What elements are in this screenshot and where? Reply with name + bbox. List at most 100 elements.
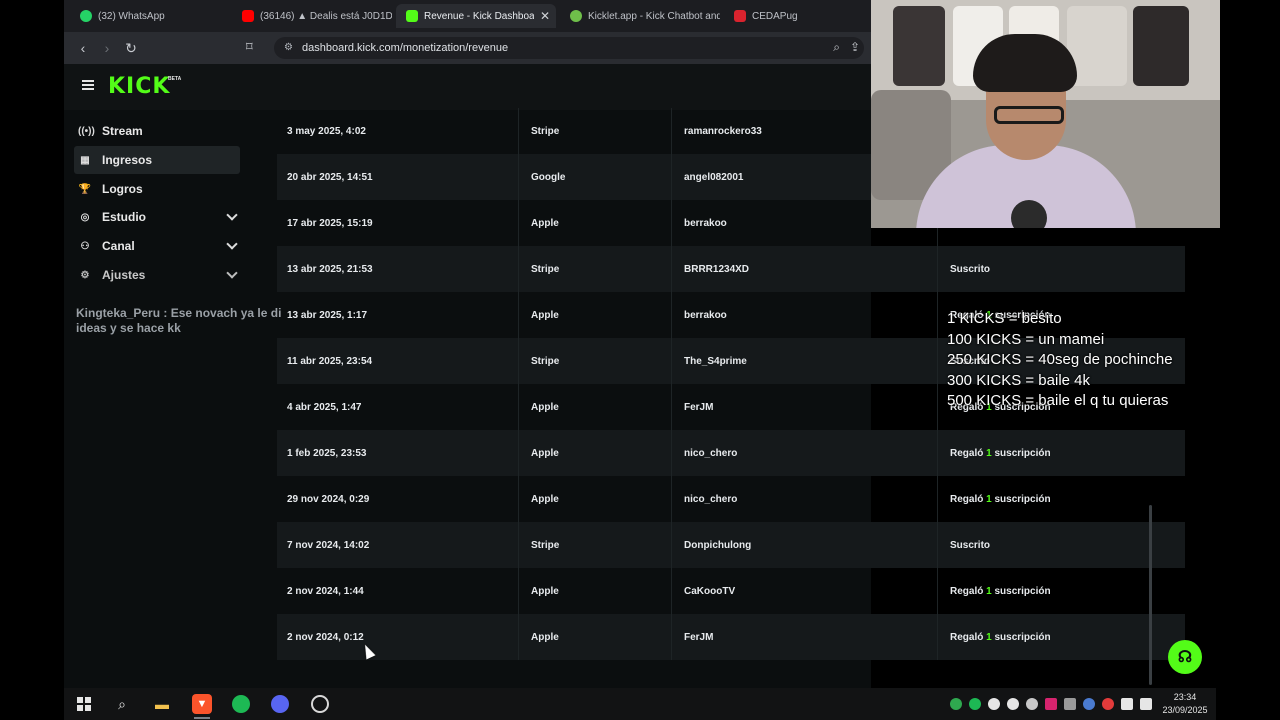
- table-row: 1 feb 2025, 23:53 Apple nico_chero Regaló 1…: [277, 430, 1185, 476]
- cell-action: Regaló 1 suscripción: [950, 568, 1051, 614]
- back-icon[interactable]: ‹: [72, 37, 94, 59]
- tray-app-icon[interactable]: [988, 698, 1000, 710]
- tray-spotify-icon[interactable]: [969, 698, 981, 710]
- cell-method: Stripe: [531, 355, 560, 367]
- microphone-image: [1011, 200, 1047, 228]
- sidebar-item-label: Stream: [102, 124, 143, 138]
- cell-method: Stripe: [531, 539, 560, 551]
- cell-user[interactable]: nico_chero: [684, 430, 737, 476]
- jersey-image: [893, 6, 945, 86]
- tray-language-icon[interactable]: [1064, 698, 1076, 710]
- overlay-line: 300 KICKS = baile 4k: [947, 371, 1091, 389]
- chevron-down-icon[interactable]: [226, 267, 238, 279]
- tab-whatsapp[interactable]: (32) WhatsApp: [70, 4, 230, 28]
- forward-icon[interactable]: ›: [96, 37, 118, 59]
- tray-steam-icon[interactable]: [1083, 698, 1095, 710]
- cedapug-icon: [734, 10, 746, 22]
- action-object: suscripción: [991, 447, 1051, 459]
- cell-user[interactable]: BRRR1234XD: [684, 246, 749, 292]
- broadcast-icon: ((•)): [78, 125, 95, 137]
- windows-icon[interactable]: [74, 694, 94, 714]
- tab-youtube[interactable]: (36146) ▲ Dealis está J0D1D: [232, 4, 392, 28]
- cell-user[interactable]: ramanrockero33: [684, 108, 762, 154]
- column-divider: [518, 522, 519, 568]
- sidebar-item-label: Ajustes: [102, 268, 146, 282]
- chevron-down-icon[interactable]: [226, 238, 238, 250]
- sidebar-item-label: Canal: [102, 239, 135, 253]
- kick-logo[interactable]: KICK: [108, 74, 170, 99]
- column-divider: [671, 614, 672, 660]
- address-bar: ‹ › ↻ ⌑ ⚙ dashboard.kick.com/monetizatio…: [64, 32, 871, 64]
- file-explorer-icon[interactable]: ▬: [152, 694, 172, 714]
- cell-date: 2 nov 2024, 1:44: [287, 585, 364, 597]
- cell-method: Apple: [531, 631, 559, 643]
- taskbar: ⌕ ▬ ▼ 23:34 23/09/2025: [64, 688, 1216, 720]
- url-text: dashboard.kick.com/monetization/revenue: [302, 42, 509, 54]
- tab-cedapug[interactable]: CEDAPug: [724, 4, 871, 28]
- search-icon[interactable]: ⌕: [112, 694, 132, 714]
- taskbar-clock[interactable]: 23:34 23/09/2025: [1160, 691, 1210, 717]
- sidebar-item-ajustes[interactable]: ⚙ Ajustes: [74, 261, 240, 289]
- cell-user[interactable]: berrakoo: [684, 292, 727, 338]
- chevron-down-icon[interactable]: [226, 209, 238, 221]
- network-icon[interactable]: [1121, 698, 1133, 710]
- column-divider: [518, 154, 519, 200]
- cell-user[interactable]: CaKoooTV: [684, 568, 735, 614]
- cell-user[interactable]: The_S4prime: [684, 338, 747, 384]
- whatsapp-icon: [80, 10, 92, 22]
- volume-icon[interactable]: [1140, 698, 1152, 710]
- close-tab-icon[interactable]: ✕: [540, 9, 550, 23]
- cell-user[interactable]: berrakoo: [684, 200, 727, 246]
- tab-label: Revenue - Kick Dashboard: [424, 10, 534, 22]
- tab-kicklet[interactable]: Kicklet.app - Kick Chatbot and: [560, 4, 720, 28]
- cell-user[interactable]: angel082001: [684, 154, 744, 200]
- cell-user[interactable]: nico_chero: [684, 476, 737, 522]
- cell-method: Apple: [531, 217, 559, 229]
- revenue-icon: ▦: [80, 154, 90, 166]
- clock-date: 23/09/2025: [1162, 705, 1208, 715]
- menu-icon[interactable]: [82, 80, 94, 90]
- cell-date: 13 abr 2025, 1:17: [287, 309, 368, 321]
- action-verb: Regaló: [950, 493, 987, 505]
- tab-kick-revenue[interactable]: Revenue - Kick Dashboard ✕: [396, 4, 556, 28]
- action-object: suscripción: [991, 493, 1051, 505]
- brave-icon[interactable]: ▼: [192, 694, 212, 719]
- tray-mic-icon[interactable]: [1007, 698, 1019, 710]
- sidebar-item-estudio[interactable]: ◎ Estudio: [74, 203, 240, 231]
- tray-record-icon[interactable]: [1102, 698, 1114, 710]
- share-icon[interactable]: ⇪: [850, 40, 860, 54]
- tray-app-icon[interactable]: [1045, 698, 1057, 710]
- column-divider: [518, 430, 519, 476]
- spotify-icon[interactable]: [231, 694, 251, 714]
- tab-label: (32) WhatsApp: [98, 10, 165, 22]
- cell-user[interactable]: FerJM: [684, 384, 713, 430]
- reload-icon[interactable]: ↻: [120, 37, 142, 59]
- site-info-icon[interactable]: ⚙: [284, 42, 293, 53]
- column-divider: [518, 568, 519, 614]
- discord-icon[interactable]: [270, 694, 290, 714]
- sidebar-item-ingresos[interactable]: ▦ Ingresos: [74, 146, 240, 174]
- bookmark-icon[interactable]: ⌑: [246, 39, 253, 55]
- cell-user[interactable]: Donpichulong: [684, 522, 751, 568]
- cell-date: 4 abr 2025, 1:47: [287, 401, 362, 413]
- page-scrollbar[interactable]: [1149, 505, 1152, 685]
- sidebar-item-stream[interactable]: ((•)) Stream: [74, 117, 240, 145]
- obs-icon[interactable]: [310, 694, 330, 714]
- cell-date: 17 abr 2025, 15:19: [287, 217, 373, 229]
- column-divider: [937, 568, 938, 614]
- zoom-icon[interactable]: ⌕: [833, 40, 840, 55]
- sidebar-item-logros[interactable]: 🏆 Logros: [74, 175, 240, 203]
- column-divider: [518, 338, 519, 384]
- tray-app-icon[interactable]: [1026, 698, 1038, 710]
- column-divider: [937, 246, 938, 292]
- cell-method: Apple: [531, 493, 559, 505]
- tray-app-icon[interactable]: [950, 698, 962, 710]
- column-divider: [937, 430, 938, 476]
- cell-user[interactable]: FerJM: [684, 614, 713, 660]
- url-input[interactable]: ⚙ dashboard.kick.com/monetization/revenu…: [274, 37, 864, 59]
- sidebar-item-canal[interactable]: ⚇ Canal: [74, 232, 240, 260]
- webcam-feed: [871, 0, 1220, 228]
- support-chat-icon[interactable]: ☊: [1168, 640, 1202, 674]
- cell-action: Regaló 1 suscripción: [950, 614, 1051, 660]
- kick-icon: [406, 10, 418, 22]
